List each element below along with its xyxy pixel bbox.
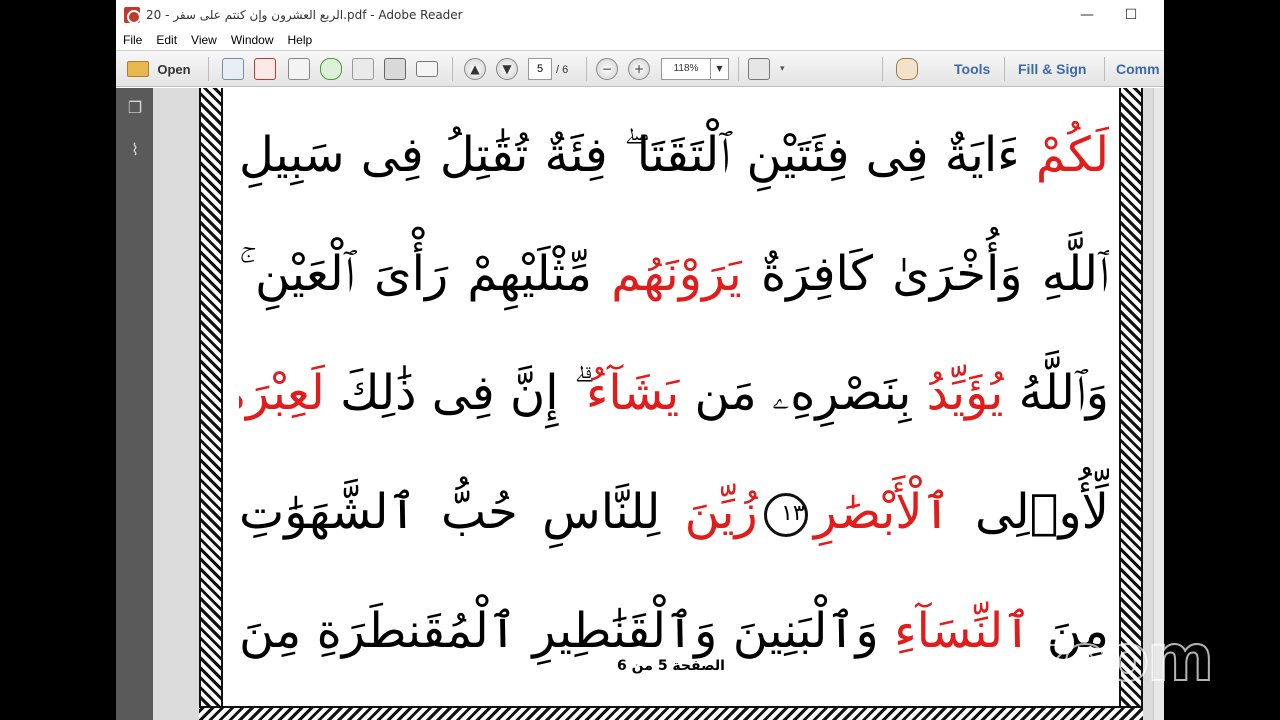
navigation-pane: ❐ ⌇ — [116, 88, 153, 720]
next-page-button[interactable]: ▼ — [496, 57, 518, 81]
toolbar-divider — [208, 57, 209, 81]
ayah-number-marker: ١٣ — [763, 493, 808, 537]
attachments-icon[interactable]: ⌇ — [125, 140, 145, 160]
page-border-bottom — [199, 706, 1143, 720]
toolbar-divider — [882, 57, 883, 81]
text-segment: لِلنَّاسِ حُبُّ ٱلشَّهَوَٰتِ — [239, 484, 685, 540]
zoom-watermark: zoom — [1027, 621, 1215, 697]
screen: الربع العشرون وإن كنتم على سفر - 20.pdf … — [0, 0, 1280, 720]
plus-icon: + — [628, 58, 650, 80]
tajweed-highlight: يَشَآءُ — [585, 365, 680, 421]
cloud-upload-icon — [320, 58, 342, 80]
zoom-select[interactable]: 118% ▼ — [661, 58, 729, 80]
pdf-app-icon — [124, 7, 141, 24]
text-segment: وَٱللَّهُ — [1003, 365, 1109, 421]
menu-view[interactable]: View — [184, 33, 224, 47]
tajweed-highlight: زُيِّنَ — [684, 484, 758, 540]
hand-tool-button[interactable] — [896, 57, 918, 81]
pencil-doc-icon — [288, 58, 310, 80]
edit-button[interactable] — [288, 57, 310, 81]
create-pdf-button[interactable] — [222, 57, 244, 81]
page-footer: الصفحة 5 من 6 — [617, 658, 725, 674]
menu-window[interactable]: Window — [224, 33, 281, 47]
upload-button[interactable] — [320, 57, 342, 81]
minus-icon: − — [596, 58, 618, 80]
envelope-icon — [416, 61, 438, 77]
menu-bar: File Edit View Window Help — [116, 30, 1164, 50]
tajweed-highlight: لَعِبْرَةً — [239, 365, 325, 421]
text-line: وَٱللَّهُ يُؤَيِّدُ بِنَصْرِهِۦ مَن يَشَ… — [239, 334, 1109, 453]
text-segment: وَٱلْبَنِينَ وَٱلْقَنَٰطِيرِ ٱلْمُقَنطَر… — [239, 603, 895, 659]
email-button[interactable] — [416, 57, 438, 81]
menu-edit[interactable]: Edit — [149, 33, 184, 47]
text-segment: ۗ إِنَّ فِى ذَٰلِكَ — [324, 365, 586, 421]
toolbar-divider — [586, 57, 587, 81]
pdf-page: لَكُمْ ءَايَةٌ فِى فِئَتَيْنِ ٱلْتَقَتَا… — [199, 88, 1143, 720]
chevron-down-icon: ▾ — [780, 64, 785, 74]
printer-icon — [384, 58, 406, 80]
toolbar-divider — [1104, 57, 1105, 81]
toolbar-divider — [1004, 57, 1005, 81]
create-pdf-icon — [222, 58, 244, 80]
text-segment: ءَايَةٌ فِى فِئَتَيْنِ ٱلْتَقَتَا ۖ فِئَ… — [239, 127, 1036, 183]
zoom-value: 118% — [673, 63, 699, 74]
chevron-down-icon: ▼ — [710, 59, 728, 79]
save-icon — [352, 58, 374, 80]
toolbar: Open ▲ ▼ 5 / 6 − + 118% ▼ ▾ Tools Fill &… — [116, 50, 1164, 87]
menu-help[interactable]: Help — [281, 33, 320, 47]
hand-icon — [896, 58, 918, 80]
page-total: / 6 — [556, 64, 569, 76]
toolbar-divider — [452, 57, 453, 81]
text-line: لَكُمْ ءَايَةٌ فِى فِئَتَيْنِ ٱلْتَقَتَا… — [239, 96, 1109, 215]
window-title: الربع العشرون وإن كنتم على سفر - 20.pdf … — [146, 8, 463, 22]
minimize-button[interactable]: — — [1072, 4, 1102, 26]
tajweed-highlight: لَكُمْ — [1035, 127, 1109, 183]
print-button[interactable] — [384, 57, 406, 81]
tab-comment[interactable]: Comm — [1116, 57, 1160, 81]
folder-icon — [127, 61, 150, 77]
arrow-down-icon: ▼ — [496, 58, 518, 80]
tajweed-highlight: ٱلْأَبْصَٰرِ — [813, 484, 951, 540]
title-bar: الربع العشرون وإن كنتم على سفر - 20.pdf … — [116, 0, 1164, 30]
arrow-up-icon: ▲ — [464, 58, 486, 80]
text-line: لِّأُو۟لِى ٱلْأَبْصَٰرِ١٣زُيِّنَ لِلنَّا… — [239, 453, 1109, 572]
combine-button[interactable] — [254, 57, 276, 81]
page-thumbnails-icon[interactable]: ❐ — [125, 98, 145, 118]
previous-page-button[interactable]: ▲ — [464, 57, 486, 81]
tajweed-highlight: ٱلنِّسَآءِ — [894, 603, 1032, 659]
zoom-in-button[interactable]: + — [628, 57, 650, 81]
zoom-out-button[interactable]: − — [596, 57, 618, 81]
page-number-input[interactable]: 5 — [528, 58, 552, 80]
combine-pdf-icon — [254, 58, 276, 80]
tajweed-highlight: يُؤَيِّدُ — [926, 365, 1004, 421]
page-border-left — [199, 88, 223, 720]
document-view[interactable]: لَكُمْ ءَايَةٌ فِى فِئَتَيْنِ ٱلْتَقَتَا… — [153, 88, 1164, 720]
tajweed-highlight: يَرَوْنَهُم — [611, 246, 742, 302]
open-label: Open — [157, 61, 191, 77]
open-button[interactable]: Open — [124, 57, 194, 81]
text-segment: بِنَصْرِهِۦ مَن — [679, 365, 927, 421]
text-segment: لِّأُو۟لِى — [950, 484, 1109, 540]
adobe-reader-window: الربع العشرون وإن كنتم على سفر - 20.pdf … — [116, 0, 1164, 720]
quran-text: لَكُمْ ءَايَةٌ فِى فِئَتَيْنِ ٱلْتَقَتَا… — [239, 96, 1109, 691]
tab-fill-sign[interactable]: Fill & Sign — [1018, 57, 1086, 81]
save-button[interactable] — [352, 57, 374, 81]
text-segment: ٱللَّهِ وَأُخْرَىٰ كَافِرَةٌ — [741, 246, 1109, 302]
maximize-button[interactable]: ☐ — [1116, 4, 1146, 26]
toolbar-divider — [738, 57, 739, 81]
text-segment: مِّثْلَيْهِمْ رَأْىَ ٱلْعَيْنِ ۚ — [239, 246, 612, 302]
tab-tools[interactable]: Tools — [954, 57, 990, 81]
expand-icon — [748, 58, 770, 80]
toolbar-options-button[interactable]: ▾ — [780, 57, 785, 81]
text-line: ٱللَّهِ وَأُخْرَىٰ كَافِرَةٌ يَرَوْنَهُم… — [239, 215, 1109, 334]
fit-page-button[interactable] — [748, 57, 770, 81]
menu-file[interactable]: File — [116, 33, 149, 47]
